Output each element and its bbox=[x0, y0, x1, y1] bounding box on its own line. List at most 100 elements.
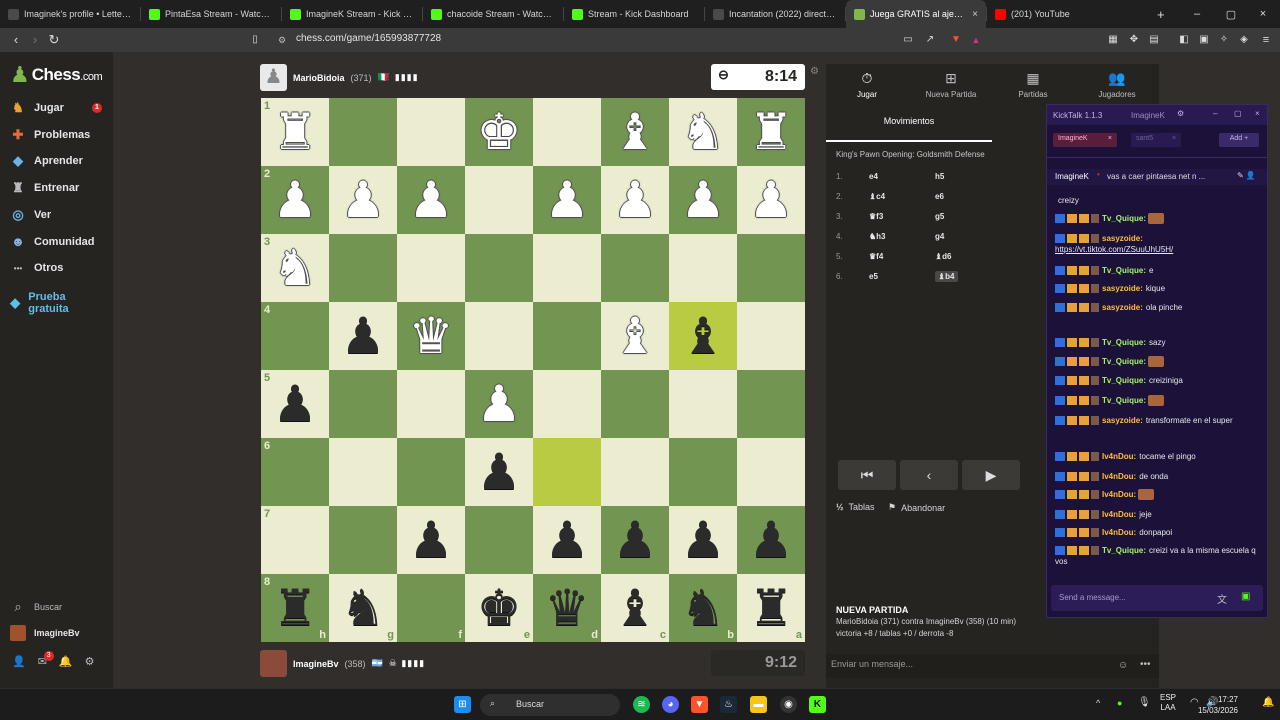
folder-icon[interactable]: ▬ bbox=[750, 696, 767, 713]
board-square[interactable] bbox=[533, 370, 601, 438]
minimize-icon[interactable]: – bbox=[1213, 109, 1217, 118]
emoji-icon[interactable]: ☺ bbox=[1118, 660, 1128, 671]
board-square[interactable]: 1 ♜ bbox=[261, 98, 329, 166]
chat-username[interactable]: Iv4nDou: bbox=[1102, 528, 1136, 537]
board-square[interactable] bbox=[669, 438, 737, 506]
chess-logo[interactable]: ♟ Chess.com bbox=[10, 64, 103, 86]
maximize-icon[interactable]: ▢ bbox=[1214, 0, 1248, 28]
chat-username[interactable]: sasyzoide: bbox=[1102, 234, 1143, 243]
board-square[interactable] bbox=[329, 234, 397, 302]
more-options-icon[interactable]: ••• bbox=[1140, 659, 1151, 670]
white-pawn-icon[interactable]: ♟ bbox=[545, 175, 590, 225]
board-square[interactable]: e ♚ bbox=[465, 574, 533, 642]
black-bishop-icon[interactable]: ♝ bbox=[613, 583, 658, 633]
discord-icon[interactable]: ◕ bbox=[662, 696, 679, 713]
board-square[interactable]: 6 bbox=[261, 438, 329, 506]
white-pawn-icon[interactable]: ♟ bbox=[341, 175, 386, 225]
back-icon[interactable]: ‹ bbox=[8, 32, 24, 48]
board-square[interactable]: 8 h ♜ bbox=[261, 574, 329, 642]
board-square[interactable]: ♛ bbox=[397, 302, 465, 370]
chat-input[interactable]: Enviar un mensaje... bbox=[826, 654, 1159, 678]
sidebar-user[interactable]: ImagineBv bbox=[10, 625, 80, 641]
close-tab-icon[interactable]: × bbox=[972, 9, 978, 20]
close-icon[interactable]: × bbox=[1108, 135, 1112, 142]
share-icon[interactable]: ↗ bbox=[922, 32, 938, 48]
board-square[interactable]: d ♛ bbox=[533, 574, 601, 642]
minimize-icon[interactable]: – bbox=[1180, 0, 1214, 28]
channel-chip[interactable]: ImagineK × bbox=[1053, 133, 1117, 147]
board-square[interactable] bbox=[533, 438, 601, 506]
white-pawn-icon[interactable]: ♟ bbox=[681, 175, 726, 225]
board-square[interactable]: ♚ bbox=[465, 98, 533, 166]
first-move-button[interactable]: ⏮ bbox=[838, 460, 896, 490]
tab-jugar[interactable]: ⏱ Jugar bbox=[832, 70, 902, 99]
board-square[interactable]: ♟ bbox=[329, 302, 397, 370]
channel-chip[interactable]: sant5 × bbox=[1131, 133, 1181, 147]
board-square[interactable]: ♜ bbox=[737, 98, 805, 166]
black-move[interactable]: ♝b4 bbox=[935, 270, 958, 282]
browser-tab[interactable]: chacoide Stream - Watch Live bbox=[423, 0, 563, 28]
resign-button[interactable]: ⚑ Abandonar bbox=[888, 502, 945, 513]
black-pawn-icon[interactable]: ♟ bbox=[545, 515, 590, 565]
white-rook-icon[interactable]: ♜ bbox=[749, 107, 794, 157]
start-icon[interactable]: ⊞ bbox=[454, 696, 471, 713]
tray-app-icon[interactable]: ● bbox=[1117, 698, 1122, 708]
white-knight-icon[interactable]: ♞ bbox=[273, 243, 318, 293]
bottom-player-avatar[interactable] bbox=[260, 650, 287, 677]
chat-username[interactable]: Tv_Quique: bbox=[1102, 546, 1146, 555]
white-move[interactable]: ♝c4 bbox=[869, 192, 935, 201]
black-pawn-icon[interactable]: ♟ bbox=[409, 515, 454, 565]
board-square[interactable] bbox=[465, 234, 533, 302]
prev-move-button[interactable]: ‹ bbox=[900, 460, 958, 490]
black-move[interactable]: ♝d6 bbox=[935, 252, 1001, 261]
board-square[interactable]: ♟ bbox=[533, 506, 601, 574]
black-move[interactable]: g5 bbox=[935, 212, 1001, 221]
board-square[interactable] bbox=[397, 438, 465, 506]
brave-icon[interactable]: ▼ bbox=[691, 696, 708, 713]
board-square[interactable] bbox=[601, 234, 669, 302]
draw-button[interactable]: ½ Tablas bbox=[836, 502, 875, 512]
browser-tab[interactable]: Incantation (2022) directed by bbox=[705, 0, 845, 28]
black-pawn-icon[interactable]: ♟ bbox=[341, 311, 386, 361]
browser-tab[interactable]: Juega GRATIS al ajedrez o × bbox=[846, 0, 986, 28]
browser-tab[interactable]: (201) YouTube bbox=[987, 0, 1127, 28]
board-square[interactable]: ♞ bbox=[669, 98, 737, 166]
next-move-button[interactable]: ▶ bbox=[962, 460, 1020, 490]
board-square[interactable] bbox=[465, 302, 533, 370]
chat-username[interactable]: sasyzoide: bbox=[1102, 284, 1143, 293]
sidebar-item-otros[interactable]: ••• Otros bbox=[10, 260, 64, 276]
black-rook-icon[interactable]: ♜ bbox=[273, 583, 318, 633]
sidebar-search[interactable]: ⌕ Buscar bbox=[10, 599, 62, 615]
sidebar-toggle-icon[interactable]: ◧ bbox=[1176, 32, 1192, 48]
board-square[interactable] bbox=[737, 438, 805, 506]
tab-partidas[interactable]: ▦ Partidas bbox=[998, 70, 1068, 99]
board-square[interactable]: ♟ bbox=[601, 166, 669, 234]
white-queen-icon[interactable]: ♛ bbox=[409, 311, 454, 361]
board-square[interactable] bbox=[601, 438, 669, 506]
site-info-icon[interactable]: ⚙ bbox=[274, 32, 290, 48]
mic-icon[interactable]: 🎙 bbox=[1138, 697, 1151, 708]
chat-username[interactable]: Iv4nDou: bbox=[1102, 490, 1136, 499]
maximize-icon[interactable]: ▢ bbox=[1234, 109, 1242, 118]
black-knight-icon[interactable]: ♞ bbox=[681, 583, 726, 633]
board-square[interactable]: 2 ♟ bbox=[261, 166, 329, 234]
tab-jugadores[interactable]: 👥 Jugadores bbox=[1082, 70, 1152, 99]
white-rook-icon[interactable]: ♜ bbox=[273, 107, 318, 157]
tab-search-icon[interactable]: ▤ bbox=[1146, 32, 1162, 48]
chat-username[interactable]: Iv4nDou: bbox=[1102, 472, 1136, 481]
board-square[interactable]: ♟ bbox=[465, 370, 533, 438]
add-channel-button[interactable]: Add + bbox=[1219, 133, 1259, 147]
board-square[interactable]: a ♜ bbox=[737, 574, 805, 642]
bottom-player-name[interactable]: ImagineBv bbox=[293, 659, 339, 669]
white-pawn-icon[interactable]: ♟ bbox=[749, 175, 794, 225]
board-square[interactable]: g ♞ bbox=[329, 574, 397, 642]
white-move[interactable]: e5 bbox=[869, 272, 935, 281]
leo-icon[interactable]: ✧ bbox=[1216, 32, 1232, 48]
chat-username[interactable]: Tv_Quique: bbox=[1102, 338, 1146, 347]
white-knight-icon[interactable]: ♞ bbox=[681, 107, 726, 157]
tray-chevron-icon[interactable]: ^ bbox=[1096, 698, 1100, 708]
top-player-avatar[interactable]: ♟ bbox=[260, 64, 287, 91]
browser-tab[interactable]: Stream - Kick Dashboard bbox=[564, 0, 704, 28]
board-square[interactable]: b ♞ bbox=[669, 574, 737, 642]
board-square[interactable] bbox=[669, 234, 737, 302]
